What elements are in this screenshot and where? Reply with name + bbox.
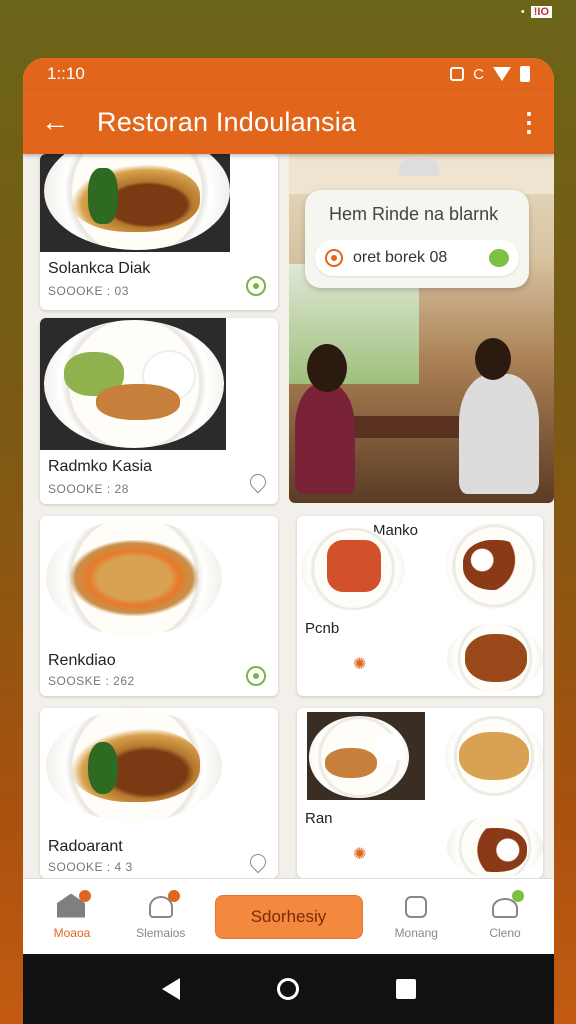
fish-image [96,384,180,420]
card-title: Radoarant [48,838,123,855]
person-woman [295,384,355,494]
noodles-image [459,732,529,780]
nav-people[interactable]: Cleno [470,889,540,940]
home-icon [57,889,91,922]
favorite-icon[interactable] [246,850,270,874]
sun-icon: ✺ [353,846,367,863]
nav-services[interactable]: Slemaios [126,889,196,940]
sync-icon: C [473,65,484,83]
nav-label: Moaoa [53,925,91,940]
bottom-nav: Moaoa Slemaios Sdorhesiy Monang Cleno [23,878,554,954]
system-nav-bar [23,954,554,1024]
veg-icon[interactable] [246,276,266,296]
status-time: 1::10 [47,64,85,83]
rice-image [463,540,527,590]
rice-image [373,734,403,764]
dish-card[interactable]: Radmko Kasia SOOOKE : 28 [40,318,278,504]
person-man [459,374,539,494]
page-title: Restoran Indoulansia [97,106,357,137]
system-back-icon[interactable] [161,978,180,1000]
app-bar: ← Restoran Indoulansia ⋮ [23,90,554,154]
greens-image [88,168,118,224]
greens-image [88,742,118,794]
info-popup[interactable]: Hem Rinde na blarnk oret borek 08 [305,190,529,288]
chat-icon[interactable] [489,249,509,267]
phone-screen: 1::10 C ← Restoran Indoulansia ⋮ Solankc… [23,58,554,1024]
nav-label: Cleno [489,925,521,940]
nav-label: Monang [394,925,438,940]
veg-icon[interactable] [246,666,266,686]
card-title: Solankca Diak [48,260,151,277]
favorite-icon[interactable] [246,470,270,494]
popup-row-text: oret borek 08 [353,249,448,266]
pot-icon [401,894,431,922]
head [307,344,347,392]
popup-title: Hem Rinde na blarnk [329,204,499,224]
content-grid: Solankca Diak SOOOKE : 03 Radmko Kasia S… [23,154,554,878]
card-title: Renkdiao [48,652,116,669]
people-icon [490,889,524,922]
card-subtitle: SOOOKE : 28 [48,482,129,496]
notification-icon [450,67,465,81]
salmon-image [327,540,381,592]
dot-icon: • [520,6,525,18]
dish-card[interactable]: Solankca Diak SOOOKE : 03 [40,154,278,310]
fish-image [325,748,377,778]
more-menu-icon[interactable]: ⋮ [516,107,542,138]
nav-menu[interactable]: Monang [381,894,451,940]
card-title: Pcnb [305,620,340,637]
nav-label: Slemaios [136,925,186,940]
dish-collection-card[interactable]: Ran ✺ [297,708,543,878]
dish-collection-card[interactable]: Manko Pcnb ✺ [297,516,543,696]
noodles-image [70,540,198,616]
battery-badge: !IO [530,6,552,18]
center-action-button[interactable]: Sdorhesiy [214,894,363,939]
curry-image [465,634,527,682]
chef-icon [146,889,180,922]
card-subtitle: SOOOKE : 03 [48,284,129,298]
status-bar: 1::10 C [23,58,554,90]
card-title: Ran [305,810,333,827]
meat-rice-image [463,828,527,872]
back-arrow-icon[interactable]: ← [41,106,79,138]
wifi-icon [493,67,511,81]
head [475,338,511,380]
card-title: Radmko Kasia [48,458,153,475]
battery-icon [520,66,530,82]
status-icons: C [450,66,530,83]
outer-status-bar: • !IO [521,4,552,20]
lamp-icon [399,158,439,176]
dish-card[interactable]: Radoarant SOOOKE : 4 3 [40,708,278,878]
location-pin-icon [325,249,343,267]
nav-home[interactable]: Moaoa [37,889,107,940]
popup-row[interactable]: oret borek 08 [315,240,519,276]
card-subtitle: SOOSKE : 262 [48,674,135,688]
system-recents-icon[interactable] [395,979,416,999]
system-home-icon[interactable] [276,978,299,1000]
sun-icon: ✺ [353,656,367,673]
card-subtitle: SOOOKE : 4 3 [48,860,133,874]
dish-card[interactable]: Renkdiao SOOSKE : 262 [40,516,278,696]
